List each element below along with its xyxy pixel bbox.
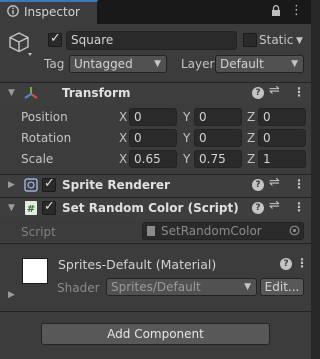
scale-label: Scale	[21, 152, 54, 166]
name-field[interactable]: Square	[66, 31, 237, 50]
position-label: Position	[21, 110, 68, 124]
script-value: SetRandomColor	[161, 224, 262, 238]
script-enabled-checkbox[interactable]	[42, 199, 56, 215]
sprite-renderer-enabled-checkbox[interactable]	[42, 176, 56, 192]
sprite-renderer-icon	[24, 178, 38, 192]
help-icon[interactable]: ?	[252, 87, 264, 99]
axis-z-label: Z	[247, 110, 256, 124]
shader-dropdown[interactable]: Sprites/Default ▼	[106, 278, 257, 296]
shader-value: Sprites/Default	[111, 280, 201, 294]
scale-x-field[interactable]: 0.65	[129, 150, 177, 168]
tag-label: Tag	[44, 57, 65, 71]
rotation-label: Rotation	[21, 131, 72, 145]
tab-title: Inspector	[24, 5, 80, 19]
axis-y-label: Y	[183, 152, 191, 166]
rotation-y-field[interactable]: 0	[194, 129, 242, 147]
active-checkbox[interactable]	[48, 31, 62, 47]
axis-y-label: Y	[183, 131, 191, 145]
script-object-field: SetRandomColor	[142, 222, 304, 240]
chevron-down-icon: ▼	[291, 59, 298, 69]
object-picker-icon	[289, 225, 300, 236]
static-dropdown-arrow-icon[interactable]: ▼	[296, 36, 303, 46]
transform-axes-icon	[24, 87, 38, 99]
layer-label: Layer	[181, 57, 215, 71]
foldout-expanded-icon[interactable]: ▼	[8, 203, 15, 213]
scale-z-field[interactable]: 1	[258, 150, 306, 168]
help-icon[interactable]: ?	[280, 258, 292, 270]
position-x-field[interactable]: 0	[129, 108, 177, 126]
divider	[0, 311, 311, 312]
layer-value: Default	[220, 57, 264, 71]
foldout-collapsed-icon[interactable]: ▶	[8, 290, 15, 300]
info-icon	[7, 5, 19, 17]
sprite-renderer-title: Sprite Renderer	[62, 178, 170, 192]
position-z-field[interactable]: 0	[258, 108, 306, 126]
axis-x-label: X	[119, 131, 128, 145]
axis-x-label: X	[119, 152, 128, 166]
rotation-z-field[interactable]: 0	[258, 129, 306, 147]
transform-header[interactable]	[0, 82, 311, 104]
chevron-down-icon: ▼	[244, 282, 251, 292]
preset-sliders-icon[interactable]: ⇌	[269, 198, 280, 213]
shader-label: Shader	[57, 281, 100, 295]
kebab-menu-icon[interactable]: ⋮	[293, 85, 305, 99]
script-label: Script	[21, 225, 56, 239]
position-y-field[interactable]: 0	[194, 108, 242, 126]
axis-x-label: X	[119, 110, 128, 124]
cube-icon[interactable]	[8, 31, 34, 57]
chevron-down-icon: ▼	[154, 59, 161, 69]
material-preview-swatch[interactable]	[22, 258, 48, 284]
help-icon[interactable]: ?	[252, 179, 264, 191]
transform-title: Transform	[62, 86, 131, 100]
kebab-menu-icon[interactable]: ⋮	[293, 177, 305, 191]
help-icon[interactable]: ?	[252, 202, 264, 214]
preset-sliders-icon[interactable]: ⇌	[269, 175, 280, 190]
tag-value: Untagged	[74, 57, 133, 71]
foldout-collapsed-icon[interactable]: ▶	[8, 180, 15, 190]
static-checkbox[interactable]	[243, 33, 257, 47]
static-label: Static	[259, 33, 294, 47]
svg-text:#: #	[27, 204, 35, 215]
foldout-expanded-icon[interactable]: ▼	[8, 88, 15, 98]
layer-dropdown[interactable]: Default ▼	[215, 55, 304, 73]
material-title: Sprites-Default (Material)	[58, 257, 217, 272]
scale-y-field[interactable]: 0.75	[194, 150, 242, 168]
rotation-x-field[interactable]: 0	[129, 129, 177, 147]
kebab-menu-icon[interactable]: ⋮	[296, 256, 308, 270]
script-file-icon	[147, 226, 155, 236]
add-component-button[interactable]: Add Component	[41, 323, 270, 345]
axis-z-label: Z	[247, 152, 256, 166]
kebab-menu-icon[interactable]: ⋮	[290, 4, 303, 17]
script-component-title: Set Random Color (Script)	[62, 201, 239, 215]
lock-icon[interactable]	[271, 5, 281, 17]
axis-z-label: Z	[247, 131, 256, 145]
kebab-menu-icon[interactable]: ⋮	[293, 200, 305, 214]
preset-sliders-icon[interactable]: ⇌	[269, 83, 280, 98]
edit-shader-button[interactable]: Edit...	[260, 278, 304, 296]
csharp-script-icon: #	[25, 201, 37, 215]
divider	[0, 243, 311, 244]
tag-dropdown[interactable]: Untagged ▼	[69, 55, 167, 73]
axis-y-label: Y	[183, 110, 191, 124]
